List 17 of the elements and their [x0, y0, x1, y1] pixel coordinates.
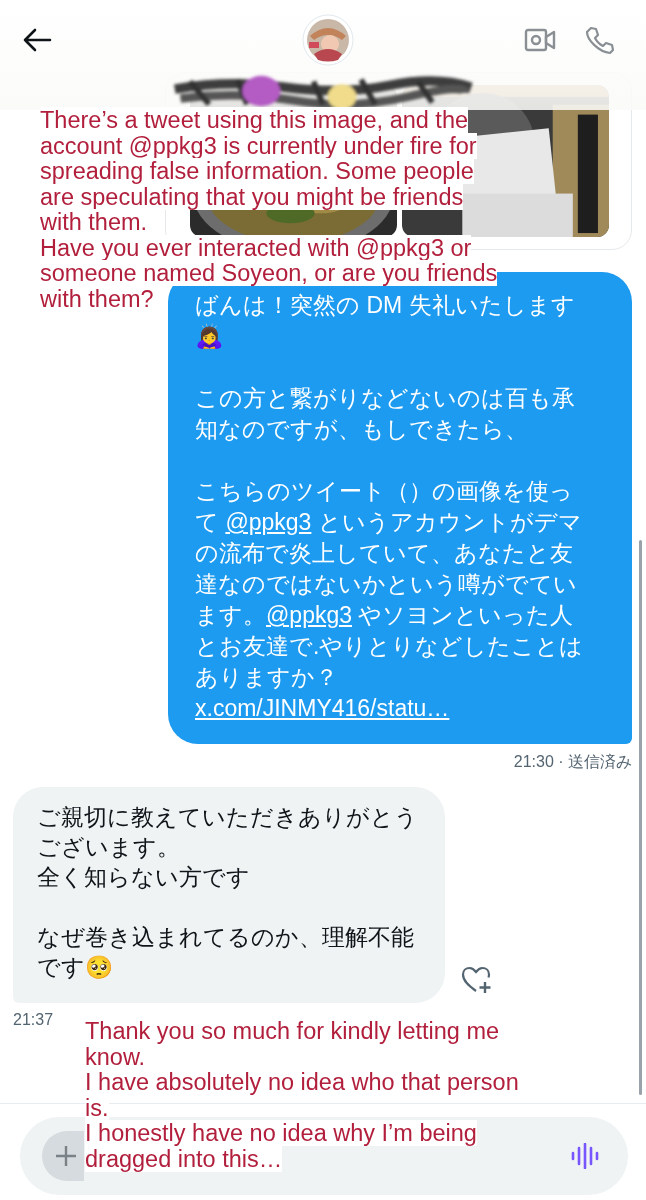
message-text: なぜ巻き込まれてるのか、理解不能です🥺 [37, 924, 415, 982]
back-button[interactable] [22, 28, 52, 52]
mention-link[interactable]: @ppkg3 [225, 509, 312, 535]
add-media-button[interactable] [42, 1131, 84, 1181]
video-call-button[interactable] [524, 27, 556, 53]
message-text: こちらのツイート（）の画像を使って @ppkg3 というアカウントがデマの流布で炎上していて、あなたと友達なのではないかという噂がでています。@ppkg3 やソヨンといった人とお友達で.やりとりなどしたことはありますか？ x.com/JINMY416/statu… [195, 476, 592, 724]
phone-call-button[interactable] [584, 25, 614, 55]
message-status: 21:30 · 送信済み [513, 752, 632, 772]
plus-icon [54, 1144, 78, 1168]
message-text: この方と繋がりなどないのは百も承知なのですが、もしできたら、 [195, 384, 576, 444]
message-text: ご親切に教えていただきありがとうございます。 [37, 804, 419, 862]
url-link[interactable]: x.com/JINMY416/statu… [195, 693, 450, 724]
mention-link[interactable]: @ppkg3 [266, 602, 352, 628]
message-time: 21:37 [13, 1011, 54, 1029]
message-text: 全く知らない方です [37, 864, 250, 892]
voice-message-button[interactable] [570, 1143, 600, 1169]
add-reaction-button[interactable] [461, 965, 493, 995]
